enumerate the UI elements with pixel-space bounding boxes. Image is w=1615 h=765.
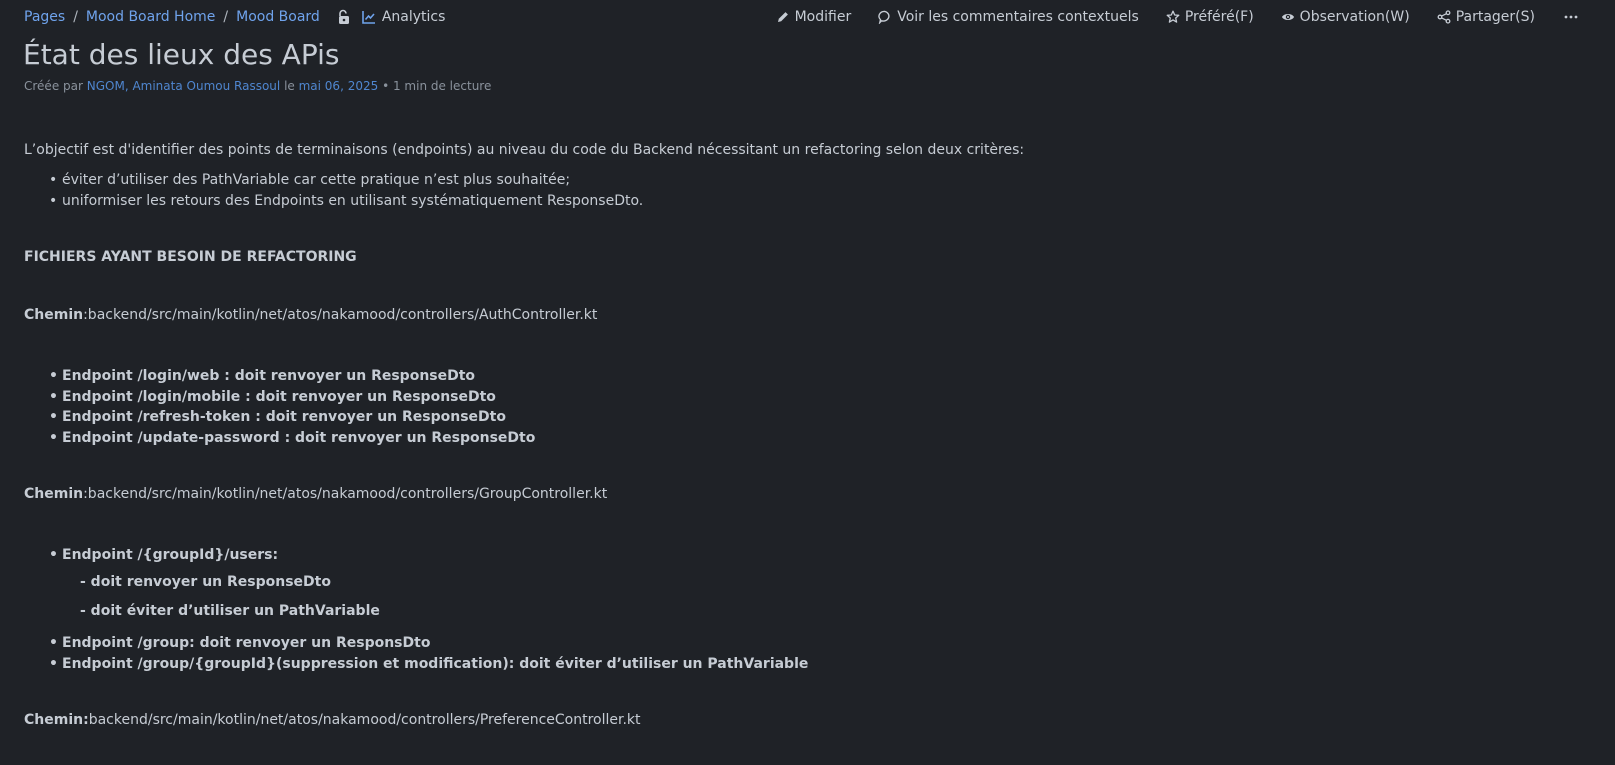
analytics-label: Analytics [381,9,446,25]
watch-button[interactable]: Observation(W) [1281,9,1410,25]
favorite-label: Préféré(F) [1184,9,1254,25]
path-value: :backend/src/main/kotlin/net/atos/nakamo… [83,486,608,502]
byline-author-link[interactable]: NGOM, Aminata Oumou Rassoul [87,79,280,93]
more-actions-icon[interactable] [1563,10,1579,24]
sub-item: - doit renvoyer un ResponseDto [80,574,331,590]
file-path-auth: Chemin:backend/src/main/kotlin/net/atos/… [24,307,597,323]
path-label: Chemin [24,307,84,323]
list-item: uniformiser les retours des Endpoints en… [49,191,643,212]
intro-paragraph: L’objectif est d'identifier des points d… [24,142,1025,158]
byline-date-link[interactable]: mai 06, 2025 [299,79,379,93]
list-item: Endpoint /login/web : doit renvoyer un R… [49,366,535,387]
comment-icon [878,10,890,24]
watch-label: Observation(W) [1299,9,1410,25]
list-item: Endpoint /update-password : doit renvoye… [49,428,535,449]
path-value: backend/src/main/kotlin/net/atos/nakamoo… [88,712,641,728]
list-item: éviter d’utiliser des PathVariable car c… [49,170,643,191]
path-label: Chemin: [24,712,89,728]
file-path-preference: Chemin:backend/src/main/kotlin/net/atos/… [24,712,641,728]
list-item: Endpoint /refresh-token : doit renvoyer … [49,407,535,428]
page-byline: Créée par NGOM, Aminata Oumou Rassoul le… [24,79,491,93]
group-endpoints-list: Endpoint /group: doit renvoyer un Respon… [24,633,808,674]
list-item: Endpoint /login/mobile : doit renvoyer u… [49,387,535,408]
edit-label: Modifier [794,9,852,25]
group-endpoint-first: Endpoint /{groupId}/users: [24,545,278,566]
page-title: État des lieux des APis [23,38,340,71]
star-icon [1166,10,1180,23]
list-item: Endpoint /group/{groupId}(suppression et… [49,654,808,675]
edit-button[interactable]: Modifier [776,9,852,25]
analytics-link[interactable]: Analytics [362,9,446,25]
criteria-list: éviter d’utiliser des PathVariable car c… [24,170,643,211]
share-button[interactable]: Partager(S) [1437,9,1535,25]
breadcrumb-mood-board[interactable]: Mood Board [236,9,320,25]
breadcrumb-separator: / [223,9,229,25]
analytics-chart-icon [362,11,375,24]
eye-icon [1281,14,1294,20]
unlock-icon[interactable] [336,9,352,25]
breadcrumb: Pages / Mood Board Home / Mood Board Ana… [24,9,445,25]
pencil-icon [777,12,788,22]
byline-on: le [284,79,295,93]
breadcrumb-pages[interactable]: Pages [24,9,65,25]
path-value: :backend/src/main/kotlin/net/atos/nakamo… [83,307,598,323]
section-heading: FICHIERS AYANT BESOIN DE REFACTORING [24,249,357,265]
share-label: Partager(S) [1455,9,1535,25]
inline-comments-button[interactable]: Voir les commentaires contextuels [878,9,1139,25]
inline-comments-label: Voir les commentaires contextuels [897,9,1139,25]
file-path-group: Chemin:backend/src/main/kotlin/net/atos/… [24,486,607,502]
favorite-button[interactable]: Préféré(F) [1166,9,1254,25]
path-label: Chemin [24,486,84,502]
byline-created-by: Créée par [24,79,83,93]
top-bar: Pages / Mood Board Home / Mood Board Ana… [0,0,1615,36]
breadcrumb-separator: / [73,9,78,25]
page-actions: Modifier Voir les commentaires contextue… [749,9,1579,25]
breadcrumb-mood-board-home[interactable]: Mood Board Home [86,9,216,25]
byline-read-time: • 1 min de lecture [382,79,492,93]
sub-item: - doit éviter d’utiliser un PathVariable [80,603,380,619]
share-icon [1437,10,1451,24]
list-item: Endpoint /{groupId}/users: [49,545,278,566]
auth-endpoints-list: Endpoint /login/web : doit renvoyer un R… [24,366,535,448]
list-item: Endpoint /group: doit renvoyer un Respon… [49,633,808,654]
